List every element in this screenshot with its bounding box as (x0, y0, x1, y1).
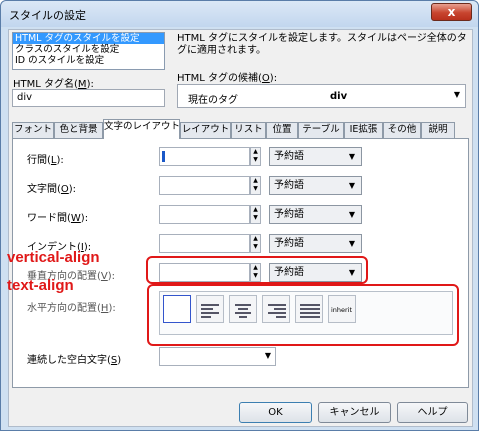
line-height-unit-select[interactable]: 予約語 ▼ (269, 147, 362, 166)
tab-layout[interactable]: レイアウト (180, 122, 231, 138)
tab-table[interactable]: テーブル (298, 122, 344, 138)
chevron-down-icon: ▼ (348, 152, 355, 161)
align-inherit-label: inherit (331, 306, 353, 314)
line-height-spinner[interactable]: ▲ ▼ (250, 147, 261, 166)
white-space-label: 連続した空白文字(S) (27, 355, 122, 366)
close-icon: x (447, 5, 456, 19)
description-text: HTML タグにスタイルを設定します。スタイルはページ全体のタグに適用されます。 (177, 33, 467, 56)
tab-font[interactable]: フォント (12, 122, 54, 138)
letter-spacing-unit-select[interactable]: 予約語 ▼ (269, 176, 362, 195)
title-bar: スタイルの設定 x (1, 1, 478, 27)
ok-button[interactable]: OK (239, 402, 312, 423)
word-spacing-label: ワード間(W): (27, 213, 89, 224)
style-target-list[interactable]: HTML タグのスタイルを設定 クラスのスタイルを設定 ID のスタイルを設定 (12, 32, 165, 70)
text-indent-spinner[interactable]: ▲ ▼ (250, 234, 261, 253)
close-button[interactable]: x (431, 3, 472, 21)
tab-other[interactable]: その他 (383, 122, 421, 138)
text-layout-panel: 行間(L): ▲ ▼ 予約語 ▼ 文字間(O): ▲ ▼ 予約語 ▼ ワード間(W): … (7, 138, 469, 388)
current-tag-label: 現在のタグ (188, 95, 238, 106)
letter-spacing-spinner[interactable]: ▲ ▼ (250, 176, 261, 195)
word-spacing-unit-select[interactable]: 予約語 ▼ (269, 205, 362, 224)
align-inherit-button[interactable]: inherit (328, 295, 356, 323)
list-item-class-style[interactable]: クラスのスタイルを設定 (13, 44, 164, 55)
tag-candidates-select[interactable]: 現在のタグ div ▼ (177, 84, 466, 108)
align-right-button[interactable] (262, 295, 290, 323)
tag-name-input[interactable]: div (12, 89, 165, 107)
tag-name-label: HTML タグ名(M): (13, 79, 94, 90)
chevron-down-icon: ▼ (348, 181, 355, 190)
tab-description[interactable]: 説明 (421, 122, 455, 138)
text-indent-unit-select[interactable]: 予約語 ▼ (269, 234, 362, 253)
dialog-body: HTML タグのスタイルを設定 クラスのスタイルを設定 ID のスタイルを設定 … (7, 29, 473, 427)
align-justify-button[interactable] (295, 295, 323, 323)
style-settings-dialog: スタイルの設定 x HTML タグのスタイルを設定 クラスのスタイルを設定 ID… (0, 0, 479, 431)
text-indent-input[interactable] (159, 234, 250, 253)
align-center-button[interactable] (229, 295, 257, 323)
list-item-id-style[interactable]: ID のスタイルを設定 (13, 55, 164, 66)
tab-text-layout[interactable]: 文字のレイアウト (103, 119, 180, 139)
help-button[interactable]: ヘルプ (397, 402, 468, 423)
line-height-label: 行間(L): (27, 155, 64, 166)
text-align-label: 水平方向の配置(H): (27, 303, 116, 314)
vertical-align-annotation: vertical-align (7, 249, 100, 266)
chevron-down-icon: ▼ (348, 210, 355, 219)
text-caret (162, 151, 165, 162)
tag-candidates-label: HTML タグの候補(O): (177, 73, 278, 84)
cancel-button[interactable]: キャンセル (318, 402, 391, 423)
tab-list[interactable]: リスト (231, 122, 266, 138)
list-item-tag-style[interactable]: HTML タグのスタイルを設定 (13, 33, 164, 44)
letter-spacing-input[interactable] (159, 176, 250, 195)
current-tag-value: div (330, 91, 348, 102)
word-spacing-spinner[interactable]: ▲ ▼ (250, 205, 261, 224)
vertical-align-highlight (146, 256, 368, 284)
tab-position[interactable]: 位置 (266, 122, 298, 138)
chevron-down-icon: ▼ (264, 351, 271, 360)
tab-color-background[interactable]: 色と背景 (54, 122, 103, 138)
word-spacing-input[interactable] (159, 205, 250, 224)
align-left-button[interactable] (196, 295, 224, 323)
tab-ie-extension[interactable]: IE拡張 (344, 122, 383, 138)
line-height-input[interactable] (159, 147, 250, 166)
align-none-button[interactable] (163, 295, 191, 323)
chevron-down-icon: ▼ (348, 239, 355, 248)
text-align-annotation: text-align (7, 277, 74, 294)
chevron-down-icon: ▼ (453, 90, 460, 99)
window-title: スタイルの設定 (9, 9, 86, 22)
white-space-select[interactable]: ▼ (159, 347, 276, 366)
letter-spacing-label: 文字間(O): (27, 184, 77, 195)
text-align-group: inherit (159, 291, 453, 335)
